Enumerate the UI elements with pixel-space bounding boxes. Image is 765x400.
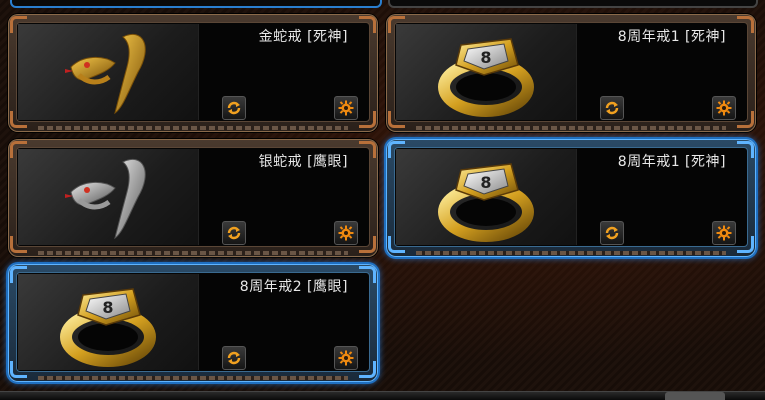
- anniversary-ring-icon: 8: [396, 149, 577, 245]
- settings-button[interactable]: [334, 221, 358, 245]
- item-name: 8周年戒2 [鹰眼]: [239, 279, 348, 295]
- refresh-icon: [604, 100, 620, 116]
- anniversary-ring-icon: 8: [396, 24, 577, 120]
- item-card[interactable]: 8 8周年戒1 [死神]: [386, 139, 756, 257]
- item-card[interactable]: 金蛇戒 [死神]: [8, 14, 378, 132]
- settings-button[interactable]: [334, 96, 358, 120]
- item-card[interactable]: 银蛇戒 [鹰眼]: [8, 139, 378, 257]
- item-name: 银蛇戒 [鹰眼]: [258, 154, 348, 170]
- refresh-button[interactable]: [222, 221, 246, 245]
- refresh-button[interactable]: [222, 96, 246, 120]
- settings-button[interactable]: [712, 96, 736, 120]
- refresh-button[interactable]: [600, 96, 624, 120]
- anniversary-ring-icon: 8: [18, 274, 199, 370]
- refresh-button[interactable]: [222, 346, 246, 370]
- settings-button[interactable]: [334, 346, 358, 370]
- refresh-icon: [226, 100, 242, 116]
- gear-icon: [338, 225, 354, 241]
- svg-text:8: 8: [102, 298, 113, 317]
- previous-row-partial-left: [10, 0, 382, 8]
- item-card[interactable]: 8 8周年戒1 [死神]: [386, 14, 756, 132]
- refresh-button[interactable]: [600, 221, 624, 245]
- refresh-icon: [226, 350, 242, 366]
- gold-snake-ring-icon: [18, 24, 199, 120]
- card-bottom-trim: [38, 376, 348, 380]
- settings-button[interactable]: [712, 221, 736, 245]
- previous-row-partial-right: [388, 0, 758, 8]
- gear-icon: [338, 350, 354, 366]
- item-name: 8周年戒1 [死神]: [617, 29, 726, 45]
- item-card[interactable]: 8 8周年戒2 [鹰眼]: [8, 264, 378, 382]
- svg-text:8: 8: [480, 48, 491, 67]
- silver-snake-ring-icon: [18, 149, 199, 245]
- gear-icon: [716, 225, 732, 241]
- gear-icon: [338, 100, 354, 116]
- card-bottom-trim: [38, 126, 348, 130]
- card-bottom-trim: [38, 251, 348, 255]
- scroll-indicator[interactable]: [665, 392, 725, 400]
- item-name: 金蛇戒 [死神]: [258, 29, 348, 45]
- card-bottom-trim: [416, 251, 726, 255]
- gear-icon: [716, 100, 732, 116]
- card-bottom-trim: [416, 126, 726, 130]
- refresh-icon: [604, 225, 620, 241]
- item-name: 8周年戒1 [死神]: [617, 154, 726, 170]
- svg-text:8: 8: [480, 173, 491, 192]
- refresh-icon: [226, 225, 242, 241]
- bottom-bar: [0, 391, 765, 400]
